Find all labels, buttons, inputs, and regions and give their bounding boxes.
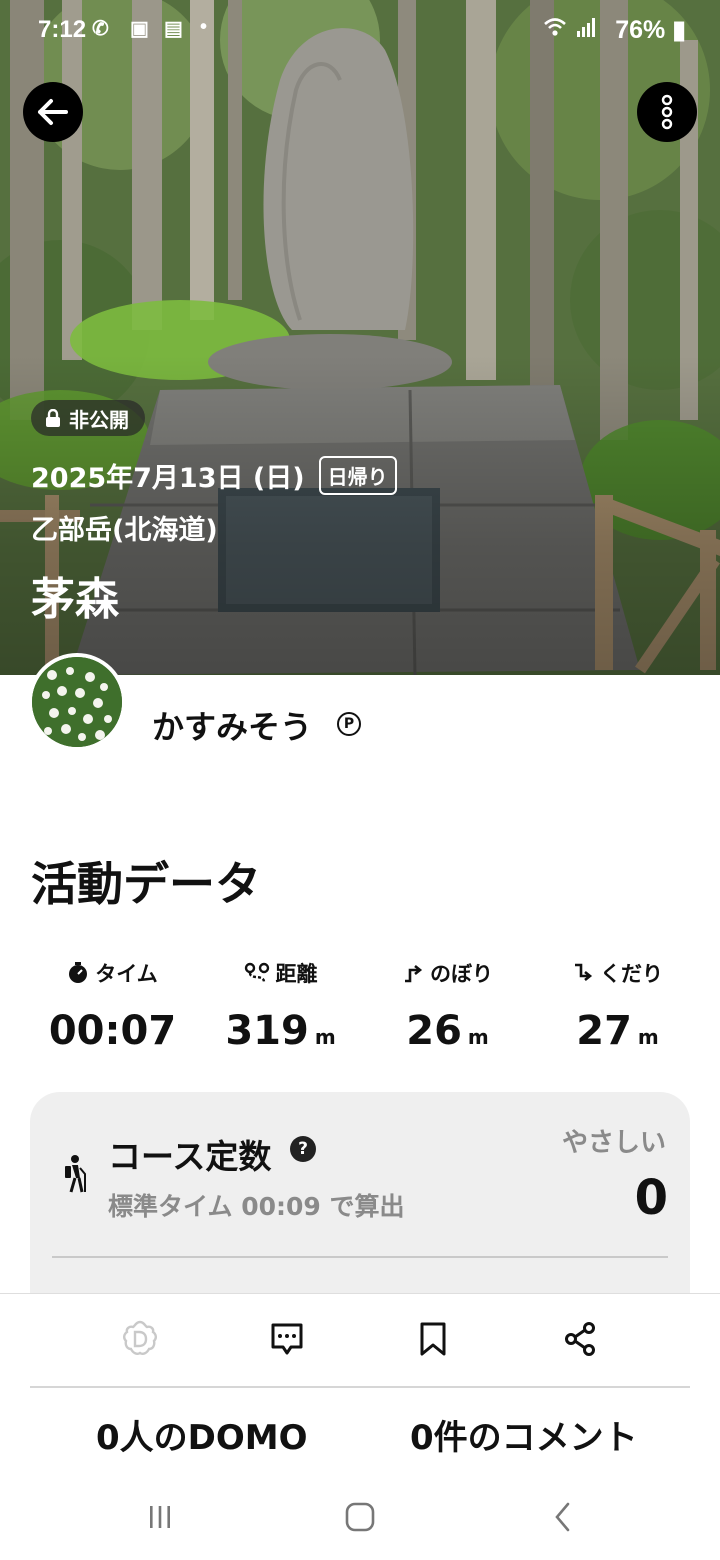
hiker-icon [65,1155,86,1193]
stat-ascent: のぼり 26 m [365,958,530,1054]
descent-icon [575,963,593,982]
trip-type-badge: 日帰り [318,456,397,495]
course-constant-value: 0 [634,1170,668,1226]
calendar-icon: ▣ [130,18,149,40]
activity-stats: タイム 00:07 距離 319 m のぼり 26 m くだり 27 m [30,958,690,1068]
activity-date: 2025年7月13日 (日) [31,463,305,494]
stat-distance-value-row: 319 m [198,1008,363,1054]
mountain-name[interactable]: 乙部岳(北海道) [31,508,218,547]
battery-percent: 76% [615,16,666,44]
more-vertical-icon [661,94,673,130]
stat-descent-label: くだり [600,962,663,986]
avatar-image [32,657,122,747]
recent-apps-button[interactable] [130,1494,190,1540]
hero-photo: 7:12 ✆ ▣ ▤ • 76% ▮ 非公開 2025年7月13日 (日) 日帰… [0,0,720,675]
premium-badge: P [337,712,361,736]
stat-ascent-label-row: のぼり [365,958,530,988]
domo-icon [123,1320,157,1355]
stat-time-label: タイム [95,962,158,986]
activity-data-title: 活動データ [31,857,261,911]
battery-icon: ▮ [672,16,686,44]
home-button[interactable] [330,1494,390,1540]
domo-count[interactable]: 0人のDOMO [96,1410,308,1459]
route-icon [244,962,269,983]
course-constant-title: コース定数 [108,1137,272,1176]
activity-title: 茅森 [31,574,119,625]
notification-icon: ✆ [92,18,109,40]
help-icon[interactable]: ? [290,1136,316,1162]
ascent-icon [405,964,423,983]
stat-ascent-label: のぼり [430,962,493,986]
stat-descent-value-row: 27 m [535,1008,700,1054]
system-navigation-bar [0,1494,720,1540]
visibility-label: 非公開 [69,407,129,432]
system-back-button[interactable] [533,1494,593,1540]
stat-descent: くだり 27 m [535,958,700,1054]
status-time: 7:12 [38,16,87,43]
comment-count[interactable]: 0件のコメント [410,1410,638,1459]
stopwatch-icon [69,962,88,983]
difficulty-label: やさしい [561,1128,666,1158]
comment-button[interactable] [257,1314,317,1364]
stat-time: タイム 00:07 [30,958,195,1054]
stat-descent-label-row: くだり [535,958,700,988]
visibility-badge: 非公開 [31,400,145,436]
bottom-bar-divider [30,1386,690,1388]
arrow-left-icon [38,99,68,125]
lock-icon [46,409,60,427]
bookmark-icon [420,1322,446,1356]
home-icon [345,1502,375,1532]
stat-descent-value: 27 [576,1008,632,1054]
news-icon: ▤ [164,18,183,40]
stat-distance-label-row: 距離 [198,958,363,988]
stat-distance: 距離 319 m [198,958,363,1054]
stat-ascent-value: 26 [406,1008,462,1054]
card-divider [52,1256,668,1258]
stat-distance-value: 319 [225,1008,309,1054]
stat-ascent-unit: m [467,1025,489,1049]
bookmark-button[interactable] [403,1314,463,1364]
more-notifications-icon: • [200,16,208,38]
stat-ascent-value-row: 26 m [365,1008,530,1054]
stat-distance-label: 距離 [275,962,318,986]
activity-date-line: 2025年7月13日 (日) 日帰り [31,456,397,495]
stat-distance-unit: m [314,1025,336,1049]
back-button[interactable] [23,82,83,142]
share-icon [565,1322,595,1356]
stat-time-label-row: タイム [30,958,195,988]
signal-icon [576,16,598,44]
battery-level: 76% ▮ [615,15,686,45]
back-nav-icon [555,1502,570,1532]
share-button[interactable] [550,1314,610,1364]
wifi-icon [543,16,567,44]
more-options-button[interactable] [637,82,697,142]
status-bar: 7:12 ✆ ▣ ▤ • 76% ▮ [0,0,720,58]
domo-button[interactable] [110,1314,170,1364]
comment-icon [271,1323,303,1355]
stat-descent-unit: m [637,1025,659,1049]
course-constant-subtitle: 標準タイム 00:09 で算出 [108,1192,405,1221]
stat-time-value: 00:07 [48,1008,177,1054]
avatar[interactable] [28,653,126,751]
recent-apps-icon [150,1506,170,1528]
user-name[interactable]: かすみそう [152,702,312,748]
bottom-action-bar: 0人のDOMO 0件のコメント [0,1293,720,1560]
stat-time-value-row: 00:07 [30,1008,195,1054]
